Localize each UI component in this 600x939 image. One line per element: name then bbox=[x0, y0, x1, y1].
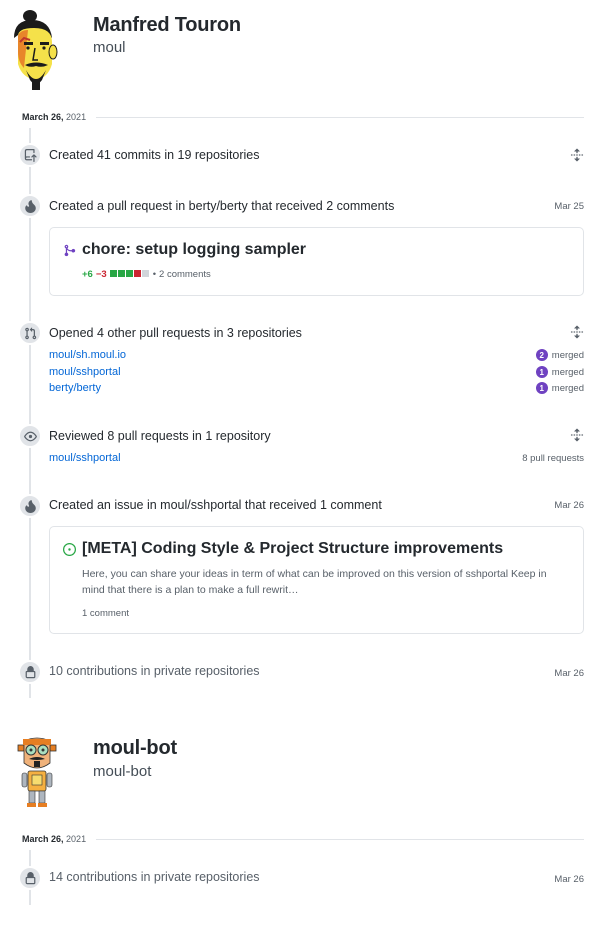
merged-count: 1 bbox=[535, 366, 548, 378]
diff-square bbox=[141, 270, 149, 277]
pr-deletions: −3 bbox=[95, 269, 107, 280]
date-year: 2021 bbox=[66, 112, 87, 122]
diff-square bbox=[125, 270, 133, 277]
reviewed-summary[interactable]: Reviewed 8 pull requests in 1 repository bbox=[49, 429, 271, 443]
pr-comments: 2 comments bbox=[159, 269, 211, 280]
git-pull-request-icon bbox=[24, 326, 36, 339]
eye-icon bbox=[23, 431, 37, 441]
date-year: 2021 bbox=[66, 834, 87, 844]
private-badge bbox=[18, 660, 42, 684]
unfold-button[interactable] bbox=[570, 325, 584, 339]
private-date: Mar 26 bbox=[554, 668, 584, 679]
pr-summary[interactable]: Created a pull request in berty/berty th… bbox=[49, 199, 394, 213]
opened-summary[interactable]: Opened 4 other pull requests in 3 reposi… bbox=[49, 326, 302, 340]
merged-label: merged bbox=[551, 349, 584, 361]
merged-count: 2 bbox=[535, 349, 548, 361]
date-day: March 26, bbox=[22, 834, 64, 844]
issue-badge bbox=[18, 494, 42, 518]
private-contributions: 10 contributions in private repositories bbox=[49, 664, 260, 678]
repo-link[interactable]: berty/berty bbox=[49, 382, 101, 394]
opened-badge bbox=[18, 321, 42, 345]
pr-badge bbox=[18, 194, 42, 218]
flame-icon bbox=[24, 199, 36, 213]
date-header: March 26, 2021 bbox=[22, 834, 86, 844]
repo-link[interactable]: moul/sh.moul.io bbox=[49, 349, 126, 361]
issue-date: Mar 26 bbox=[554, 500, 584, 511]
lock-icon bbox=[25, 871, 35, 884]
merge-status: 1 merged bbox=[535, 366, 584, 378]
issue-opened-icon bbox=[63, 543, 76, 556]
user-full-name[interactable]: moul-bot bbox=[93, 737, 177, 760]
repo-push-icon bbox=[24, 148, 37, 162]
date-divider bbox=[96, 117, 584, 118]
avatar-manfred[interactable] bbox=[8, 8, 64, 90]
repo-link[interactable]: moul/sshportal bbox=[49, 366, 121, 378]
unfold-button[interactable] bbox=[570, 428, 584, 442]
merged-count: 1 bbox=[535, 382, 548, 394]
merge-status: 2 merged bbox=[535, 349, 584, 361]
commits-summary[interactable]: Created 41 commits in 19 repositories bbox=[49, 148, 260, 162]
avatar-moul-bot[interactable] bbox=[14, 735, 60, 809]
flame-icon bbox=[24, 499, 36, 513]
issue-body: Here, you can share your ideas in term o… bbox=[82, 568, 547, 596]
repo-link[interactable]: moul/sshportal bbox=[49, 452, 121, 464]
private-date: Mar 26 bbox=[554, 874, 584, 885]
reviewed-badge bbox=[18, 424, 42, 448]
issue-card: [META] Coding Style & Project Structure … bbox=[49, 526, 584, 634]
user-login[interactable]: moul bbox=[93, 39, 126, 56]
issue-comments: 1 comment bbox=[82, 608, 129, 619]
user-login[interactable]: moul-bot bbox=[93, 763, 151, 780]
unfold-icon bbox=[570, 428, 584, 442]
unfold-icon bbox=[570, 148, 584, 162]
date-day: March 26, bbox=[22, 112, 64, 122]
diff-square bbox=[117, 270, 125, 277]
issue-summary[interactable]: Created an issue in moul/sshportal that … bbox=[49, 498, 382, 512]
lock-icon bbox=[25, 665, 35, 678]
diff-square bbox=[133, 270, 141, 277]
private-contributions: 14 contributions in private repositories bbox=[49, 870, 260, 884]
pr-date: Mar 25 bbox=[554, 201, 584, 212]
diff-square bbox=[109, 270, 117, 277]
pr-card-title[interactable]: chore: setup logging sampler bbox=[82, 241, 306, 259]
pr-diffstat: +6 −3 • 2 comments bbox=[82, 269, 211, 280]
unfold-button[interactable] bbox=[570, 148, 584, 162]
unfold-icon bbox=[570, 325, 584, 339]
pr-diff-bar bbox=[109, 269, 150, 280]
git-merge-icon bbox=[64, 244, 76, 257]
merge-status: 1 merged bbox=[535, 382, 584, 394]
issue-card-title[interactable]: [META] Coding Style & Project Structure … bbox=[82, 540, 503, 558]
pr-card: chore: setup logging sampler +6 −3 • 2 c… bbox=[49, 227, 584, 296]
merged-label: merged bbox=[551, 382, 584, 394]
merged-label: merged bbox=[551, 366, 584, 378]
private-badge bbox=[18, 866, 42, 890]
pr-additions: +6 bbox=[82, 269, 93, 280]
user-full-name[interactable]: Manfred Touron bbox=[93, 14, 241, 37]
date-header: March 26, 2021 bbox=[22, 112, 86, 122]
commit-badge bbox=[18, 143, 42, 167]
review-count: 8 pull requests bbox=[522, 453, 584, 464]
date-divider bbox=[96, 839, 584, 840]
